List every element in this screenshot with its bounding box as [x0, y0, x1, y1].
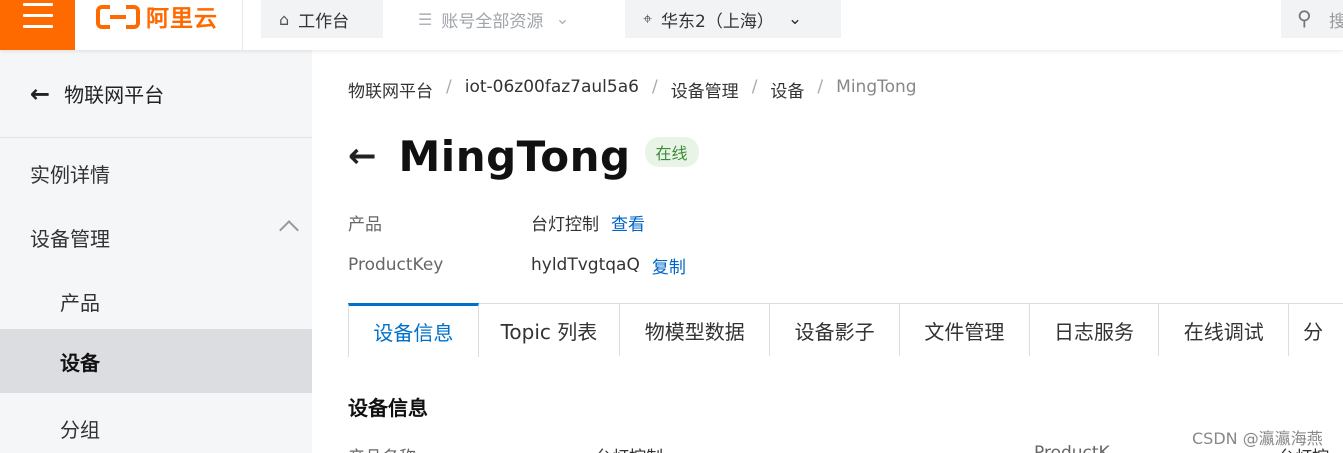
sidebar-item-products[interactable]: 产品 — [0, 269, 312, 333]
search-input[interactable]: ⚲ 搜 — [1281, 0, 1343, 38]
region-label: 华东2（上海） — [661, 11, 774, 32]
chevron-down-icon: ⌄ — [787, 9, 803, 29]
section-title: 设备信息 — [348, 396, 428, 420]
tab-file-management[interactable]: 文件管理 — [900, 303, 1030, 356]
device-tabs: 设备信息 Topic 列表 物模型数据 设备影子 文件管理 日志服务 在线调试 … — [348, 303, 1343, 357]
logo-text: 阿里云 — [146, 6, 218, 32]
sidebar-item-device-management[interactable]: 设备管理 — [0, 205, 312, 269]
tab-thing-model-data[interactable]: 物模型数据 — [620, 303, 771, 356]
search-icon: ⚲ — [1297, 6, 1312, 30]
menu-icon[interactable] — [0, 0, 75, 50]
productkey-info-row: ProductKey hyldTvgtqaQ 复制 — [348, 253, 686, 278]
productkey-value: hyldTvgtqaQ — [531, 255, 640, 275]
breadcrumb-separator: / — [817, 77, 824, 97]
tab-more[interactable]: 分 — [1289, 303, 1343, 356]
sidebar-item-devices[interactable]: 设备 — [0, 329, 312, 393]
breadcrumb-separator: / — [751, 77, 758, 97]
breadcrumb-instance[interactable]: iot-06z00faz7aul5a6 — [465, 77, 639, 102]
chevron-down-icon: ⌄ — [555, 9, 570, 29]
back-arrow-icon: ← — [30, 79, 51, 108]
detail-label: ProductK — [1034, 443, 1110, 453]
sidebar-item-label: 产品 — [60, 290, 100, 315]
search-placeholder: 搜 — [1329, 12, 1343, 32]
copy-productkey-link[interactable]: 复制 — [652, 253, 686, 278]
region-selector[interactable]: ⌖ 华东2（上海） ⌄ — [625, 0, 841, 38]
breadcrumb-separator: / — [446, 77, 452, 97]
breadcrumb-devices[interactable]: 设备 — [770, 77, 804, 102]
breadcrumb-iot-platform[interactable]: 物联网平台 — [348, 77, 433, 102]
workbench-label: 工作台 — [298, 11, 350, 32]
productkey-label: ProductKey — [348, 255, 444, 275]
top-bar: 阿里云 ⌂ 工作台 ☰ 账号全部资源 ⌄ ⌖ 华东2（上海） ⌄ ⚲ 搜 — [0, 0, 1343, 50]
sidebar-title: 物联网平台 — [64, 83, 165, 107]
sidebar-item-groups[interactable]: 分组 — [0, 396, 312, 453]
tab-log-service[interactable]: 日志服务 — [1029, 303, 1160, 356]
workbench-button[interactable]: ⌂ 工作台 — [261, 0, 383, 38]
page-header: ← MingTong 在线 — [348, 128, 699, 184]
detail-value: 台灯控制 — [595, 443, 663, 453]
home-icon: ⌂ — [279, 9, 290, 29]
breadcrumb-device-management[interactable]: 设备管理 — [671, 77, 739, 102]
main-content: 物联网平台 / iot-06z00faz7aul5a6 / 设备管理 / 设备 … — [312, 50, 1343, 453]
tab-device-info[interactable]: 设备信息 — [348, 303, 479, 357]
view-product-link[interactable]: 查看 — [611, 210, 645, 235]
sidebar-item-instance-details[interactable]: 实例详情 — [0, 141, 312, 205]
sidebar-item-label: 设备 — [60, 350, 100, 375]
tab-online-debug[interactable]: 在线调试 — [1159, 303, 1290, 356]
back-arrow-icon[interactable]: ← — [348, 136, 377, 176]
product-info-row: 产品 台灯控制 查看 — [348, 210, 645, 235]
chevron-up-icon — [279, 220, 299, 240]
logo-divider — [242, 0, 243, 50]
database-icon: ☰ — [418, 9, 433, 29]
resources-label: 账号全部资源 — [441, 11, 544, 32]
product-value: 台灯控制 — [531, 214, 599, 235]
resources-dropdown[interactable]: ☰ 账号全部资源 ⌄ — [400, 0, 604, 38]
sidebar-back-header[interactable]: ← 物联网平台 — [0, 50, 312, 138]
tab-topic-list[interactable]: Topic 列表 — [478, 303, 621, 356]
status-badge: 在线 — [644, 137, 699, 167]
watermark: CSDN @瀛瀛海燕 — [1192, 429, 1323, 448]
aliyun-logo[interactable]: 阿里云 — [96, 0, 218, 32]
sidebar-item-label: 设备管理 — [30, 226, 110, 251]
tab-device-shadow[interactable]: 设备影子 — [770, 303, 900, 356]
page-title: MingTong — [398, 131, 631, 181]
breadcrumb-separator: / — [651, 77, 658, 97]
aliyun-logo-icon — [96, 3, 140, 29]
sidebar-item-label: 实例详情 — [30, 162, 110, 187]
breadcrumb: 物联网平台 / iot-06z00faz7aul5a6 / 设备管理 / 设备 … — [348, 77, 917, 102]
detail-label: 产品名称 — [348, 443, 416, 453]
sidebar-item-label: 分组 — [60, 417, 100, 442]
location-icon: ⌖ — [643, 9, 653, 28]
product-label: 产品 — [348, 214, 382, 235]
breadcrumb-current: MingTong — [836, 77, 917, 97]
sidebar: ← 物联网平台 实例详情 设备管理 产品 设备 分组 — [0, 50, 312, 453]
